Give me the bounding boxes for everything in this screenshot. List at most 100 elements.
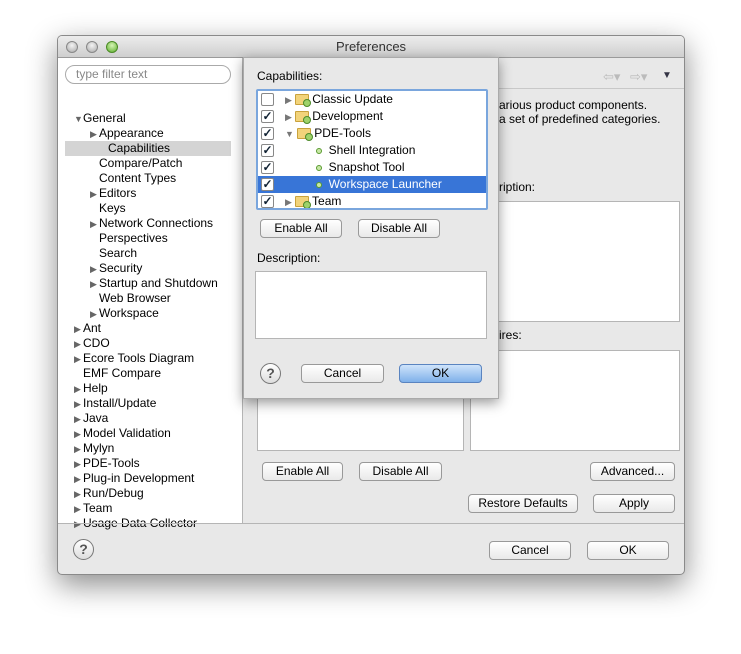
- nav-item[interactable]: Capabilities: [65, 141, 231, 156]
- zoom-window-button[interactable]: [106, 41, 118, 53]
- nav-item-label: Network Connections: [99, 216, 214, 230]
- capability-row[interactable]: ✓ ▼ PDE-Tools: [258, 125, 486, 142]
- nav-item[interactable]: ▶ Workspace: [58, 306, 159, 321]
- capability-checkbox[interactable]: ✓: [261, 178, 274, 191]
- apply-button[interactable]: Apply: [593, 494, 675, 513]
- nav-item[interactable]: Perspectives: [58, 231, 168, 246]
- nav-item[interactable]: ▶ Help: [58, 381, 108, 396]
- nav-item[interactable]: Keys: [58, 201, 126, 216]
- collapsed-arrow-icon[interactable]: ▶: [74, 457, 83, 472]
- nav-item[interactable]: ▶ PDE-Tools: [58, 456, 140, 471]
- capability-row[interactable]: ✓ Snapshot Tool: [258, 159, 486, 176]
- help-icon[interactable]: ?: [73, 539, 94, 560]
- collapsed-arrow-icon[interactable]: ▶: [90, 307, 99, 322]
- nav-item[interactable]: ▶ Model Validation: [58, 426, 171, 441]
- view-menu-icon[interactable]: ▼: [662, 70, 672, 81]
- collapsed-arrow-icon[interactable]: ▶: [90, 262, 99, 277]
- collapsed-arrow-icon[interactable]: ▶: [90, 127, 99, 142]
- collapsed-arrow-icon[interactable]: ▶: [74, 382, 83, 397]
- capability-checkbox[interactable]: ✓: [261, 195, 274, 208]
- capability-checkbox[interactable]: ✓: [261, 161, 274, 174]
- folder-icon: [294, 111, 311, 125]
- capability-checkbox[interactable]: [261, 93, 274, 106]
- nav-item[interactable]: Search: [58, 246, 137, 261]
- forward-nav-icon[interactable]: ⇨▾: [630, 69, 647, 85]
- cancel-button[interactable]: Cancel: [489, 541, 571, 560]
- capability-label: Shell Integration: [328, 143, 416, 157]
- capability-label: PDE-Tools: [314, 126, 371, 140]
- collapsed-arrow-icon[interactable]: ▶: [90, 217, 99, 232]
- collapsed-arrow-icon[interactable]: ▶: [74, 322, 83, 337]
- collapsed-arrow-icon[interactable]: ▶: [90, 277, 99, 292]
- close-window-button[interactable]: [66, 41, 78, 53]
- collapsed-arrow-icon[interactable]: ▶: [285, 112, 292, 122]
- capabilities-tree[interactable]: ▶ Classic Update ✓ ▶ Development ✓ ▼ PDE-Too…: [256, 89, 488, 210]
- intro-text-2: a set of predefined categories.: [499, 112, 661, 126]
- nav-item-label: Web Browser: [99, 291, 171, 305]
- requires-label: ires:: [499, 328, 522, 342]
- capability-checkbox[interactable]: ✓: [261, 127, 274, 140]
- nav-item[interactable]: ▶ Install/Update: [58, 396, 156, 411]
- nav-item[interactable]: ▶ Ecore Tools Diagram: [58, 351, 194, 366]
- collapsed-arrow-icon[interactable]: ▶: [74, 412, 83, 427]
- collapsed-arrow-icon[interactable]: ▶: [74, 487, 83, 502]
- capability-row[interactable]: ✓ Shell Integration: [258, 142, 486, 159]
- collapsed-arrow-icon[interactable]: ▶: [74, 397, 83, 412]
- nav-item[interactable]: ▶ Network Connections: [58, 216, 213, 231]
- nav-item[interactable]: ▶ Team: [58, 501, 112, 516]
- capabilities-popup: Capabilities: ▶ Classic Update ✓ ▶ Develop…: [243, 57, 499, 399]
- nav-item[interactable]: ▶ Startup and Shutdown: [58, 276, 218, 291]
- nav-item[interactable]: ▼General: [58, 111, 126, 126]
- nav-item-label: Startup and Shutdown: [99, 276, 218, 290]
- nav-item[interactable]: ▶ Ant: [58, 321, 101, 336]
- filter-input[interactable]: type filter text: [65, 65, 231, 84]
- collapsed-arrow-icon[interactable]: ▶: [74, 337, 83, 352]
- nav-item-label: Content Types: [99, 171, 177, 185]
- collapsed-arrow-icon[interactable]: ▶: [285, 95, 292, 105]
- minimize-window-button[interactable]: [86, 41, 98, 53]
- nav-item[interactable]: ▶ Appearance: [58, 126, 164, 141]
- nav-item[interactable]: ▶ Run/Debug: [58, 486, 144, 501]
- expanded-arrow-icon[interactable]: ▼: [74, 112, 83, 127]
- capability-row[interactable]: ✓ Workspace Launcher: [258, 176, 486, 193]
- collapsed-arrow-icon[interactable]: ▶: [74, 442, 83, 457]
- capability-icon: [316, 181, 322, 188]
- popup-disable-all-button[interactable]: Disable All: [358, 219, 440, 238]
- nav-item[interactable]: ▶ Java: [58, 411, 108, 426]
- expanded-arrow-icon[interactable]: ▼: [285, 129, 294, 139]
- capability-checkbox[interactable]: ✓: [261, 144, 274, 157]
- collapsed-arrow-icon[interactable]: ▶: [90, 187, 99, 202]
- nav-item[interactable]: Content Types: [58, 171, 176, 186]
- ok-button[interactable]: OK: [587, 541, 669, 560]
- popup-ok-button[interactable]: OK: [399, 364, 482, 383]
- nav-item[interactable]: ▶ Plug-in Development: [58, 471, 194, 486]
- nav-item[interactable]: Web Browser: [58, 291, 171, 306]
- capability-label: Team: [312, 194, 342, 208]
- collapsed-arrow-icon[interactable]: ▶: [285, 197, 292, 207]
- capability-row[interactable]: ✓ ▶ Team: [258, 193, 486, 208]
- collapsed-arrow-icon[interactable]: ▶: [74, 427, 83, 442]
- disable-all-button[interactable]: Disable All: [359, 462, 442, 481]
- capability-row[interactable]: ▶ Classic Update: [258, 91, 486, 108]
- nav-item[interactable]: ▶ Editors: [58, 186, 136, 201]
- popup-help-icon[interactable]: ?: [260, 363, 281, 384]
- nav-item[interactable]: ▶ Security: [58, 261, 142, 276]
- collapsed-arrow-icon[interactable]: ▶: [74, 502, 83, 517]
- popup-cancel-button[interactable]: Cancel: [301, 364, 384, 383]
- collapsed-arrow-icon[interactable]: ▶: [74, 517, 83, 532]
- nav-item[interactable]: EMF Compare: [58, 366, 161, 381]
- capability-checkbox[interactable]: ✓: [261, 110, 274, 123]
- back-nav-icon[interactable]: ⇦▾: [603, 69, 620, 85]
- collapsed-arrow-icon[interactable]: ▶: [74, 352, 83, 367]
- advanced-button[interactable]: Advanced...: [590, 462, 675, 481]
- nav-item-label: EMF Compare: [83, 366, 162, 380]
- enable-all-button[interactable]: Enable All: [262, 462, 343, 481]
- collapsed-arrow-icon[interactable]: ▶: [74, 472, 83, 487]
- nav-item[interactable]: ▶ Mylyn: [58, 441, 114, 456]
- restore-defaults-button[interactable]: Restore Defaults: [468, 494, 578, 513]
- nav-item[interactable]: Compare/Patch: [58, 156, 182, 171]
- popup-enable-all-button[interactable]: Enable All: [260, 219, 342, 238]
- preferences-nav-panel: type filter text ▼General ▶ Appearance Capa…: [58, 58, 243, 530]
- capability-row[interactable]: ✓ ▶ Development: [258, 108, 486, 125]
- nav-item[interactable]: ▶ CDO: [58, 336, 110, 351]
